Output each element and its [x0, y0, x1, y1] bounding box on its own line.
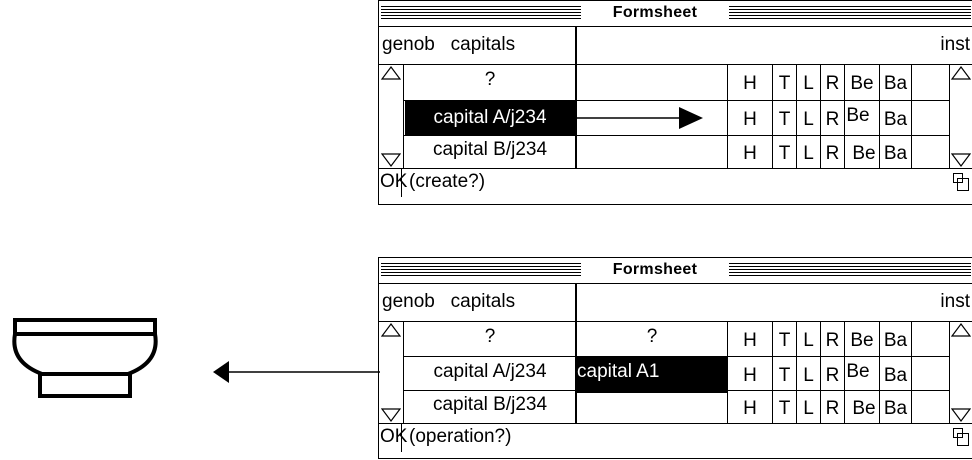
- arrow-left-icon: [213, 361, 380, 383]
- option-Ba[interactable]: Ba: [880, 109, 911, 131]
- header-divider: [575, 27, 577, 64]
- header-divider: [575, 284, 577, 321]
- option-L[interactable]: L: [797, 143, 820, 165]
- arrow-right-icon: [577, 107, 703, 129]
- sheet-header: genob capitals inst: [379, 27, 972, 65]
- scroll-up-icon[interactable]: [951, 66, 971, 80]
- option-Be[interactable]: Be: [845, 73, 879, 95]
- option-H[interactable]: H: [728, 109, 772, 131]
- status-bar: OK (operation?): [379, 424, 972, 452]
- option-H[interactable]: H: [728, 398, 772, 420]
- option-T[interactable]: T: [773, 143, 796, 165]
- formsheet-window-create: Formsheet genob capitals inst ? capital …: [378, 0, 972, 205]
- option-Ba[interactable]: Ba: [880, 365, 911, 387]
- row-value[interactable]: ?: [577, 326, 727, 348]
- sheet-header: genob capitals inst: [379, 284, 972, 322]
- scroll-down-icon[interactable]: [381, 153, 401, 167]
- option-T[interactable]: T: [773, 365, 796, 387]
- option-R[interactable]: R: [821, 73, 844, 95]
- ok-button[interactable]: OK: [380, 171, 407, 193]
- scroll-down-icon[interactable]: [951, 153, 971, 167]
- option-H[interactable]: H: [728, 143, 772, 165]
- scrollbar-left-edge: [403, 322, 404, 423]
- option-Be[interactable]: Be: [845, 330, 879, 352]
- scrollbar-right-edge: [949, 322, 950, 423]
- option-L[interactable]: L: [797, 330, 820, 352]
- header-inst-label: inst: [940, 291, 970, 312]
- row-divider: [403, 135, 949, 136]
- scroll-down-icon[interactable]: [951, 408, 971, 422]
- option-L[interactable]: L: [797, 398, 820, 420]
- window-title: Formsheet: [581, 3, 729, 23]
- option-T[interactable]: T: [773, 330, 796, 352]
- row-name-selected[interactable]: capital A/j234: [405, 101, 575, 135]
- option-T[interactable]: T: [773, 398, 796, 420]
- option-L[interactable]: L: [797, 365, 820, 387]
- grow-box-icon[interactable]: [953, 428, 969, 446]
- grow-box-icon[interactable]: [953, 173, 969, 191]
- option-R[interactable]: R: [821, 143, 844, 165]
- formsheet-window-operation: Formsheet genob capitals inst ? ? capita…: [378, 257, 972, 459]
- col-divider: [911, 65, 912, 168]
- status-prompt: (operation?): [409, 426, 512, 447]
- option-H[interactable]: H: [728, 365, 772, 387]
- row-name[interactable]: capital B/j234: [405, 139, 575, 161]
- option-Be[interactable]: Be: [847, 398, 881, 420]
- instance-grid: ? ? capital A/j234 capital A1 capital B/…: [379, 322, 972, 424]
- header-inst-label: inst: [940, 34, 970, 55]
- scroll-up-icon[interactable]: [951, 323, 971, 337]
- option-Be[interactable]: Be: [841, 361, 875, 383]
- option-R[interactable]: R: [821, 398, 844, 420]
- row-name[interactable]: capital A/j234: [405, 361, 575, 383]
- option-Ba[interactable]: Ba: [880, 398, 911, 420]
- ok-button[interactable]: OK: [380, 426, 407, 448]
- col-divider: [911, 322, 912, 423]
- option-T[interactable]: T: [773, 73, 796, 95]
- row-name[interactable]: ?: [405, 326, 575, 348]
- option-Ba[interactable]: Ba: [880, 143, 911, 165]
- ok-divider: [401, 169, 402, 197]
- option-Be[interactable]: Be: [847, 143, 881, 165]
- row-value-selected[interactable]: capital A1: [577, 357, 727, 393]
- instance-grid: ? capital A/j234 capital B/j234 H T L R …: [379, 65, 972, 169]
- option-H[interactable]: H: [728, 73, 772, 95]
- option-T[interactable]: T: [773, 109, 796, 131]
- title-bar[interactable]: Formsheet: [379, 1, 972, 27]
- title-bar[interactable]: Formsheet: [379, 258, 972, 284]
- scroll-up-icon[interactable]: [381, 323, 401, 337]
- status-bar: OK (create?): [379, 169, 972, 197]
- scroll-up-icon[interactable]: [381, 66, 401, 80]
- option-R[interactable]: R: [821, 330, 844, 352]
- option-Be[interactable]: Be: [841, 105, 875, 127]
- option-Ba[interactable]: Ba: [880, 330, 911, 352]
- capital-icon: [12, 318, 158, 398]
- option-L[interactable]: L: [797, 73, 820, 95]
- scrollbar-left-edge: [403, 65, 404, 168]
- scroll-down-icon[interactable]: [381, 408, 401, 422]
- row-name[interactable]: ?: [405, 69, 575, 91]
- option-L[interactable]: L: [797, 109, 820, 131]
- option-H[interactable]: H: [728, 330, 772, 352]
- header-genob-label: genob capitals: [382, 34, 516, 55]
- option-Ba[interactable]: Ba: [880, 73, 911, 95]
- header-genob-label: genob capitals: [382, 291, 516, 312]
- status-prompt: (create?): [409, 171, 486, 192]
- window-title: Formsheet: [581, 260, 729, 280]
- scrollbar-right-edge: [949, 65, 950, 168]
- ok-divider: [401, 424, 402, 452]
- row-name[interactable]: capital B/j234: [405, 394, 575, 416]
